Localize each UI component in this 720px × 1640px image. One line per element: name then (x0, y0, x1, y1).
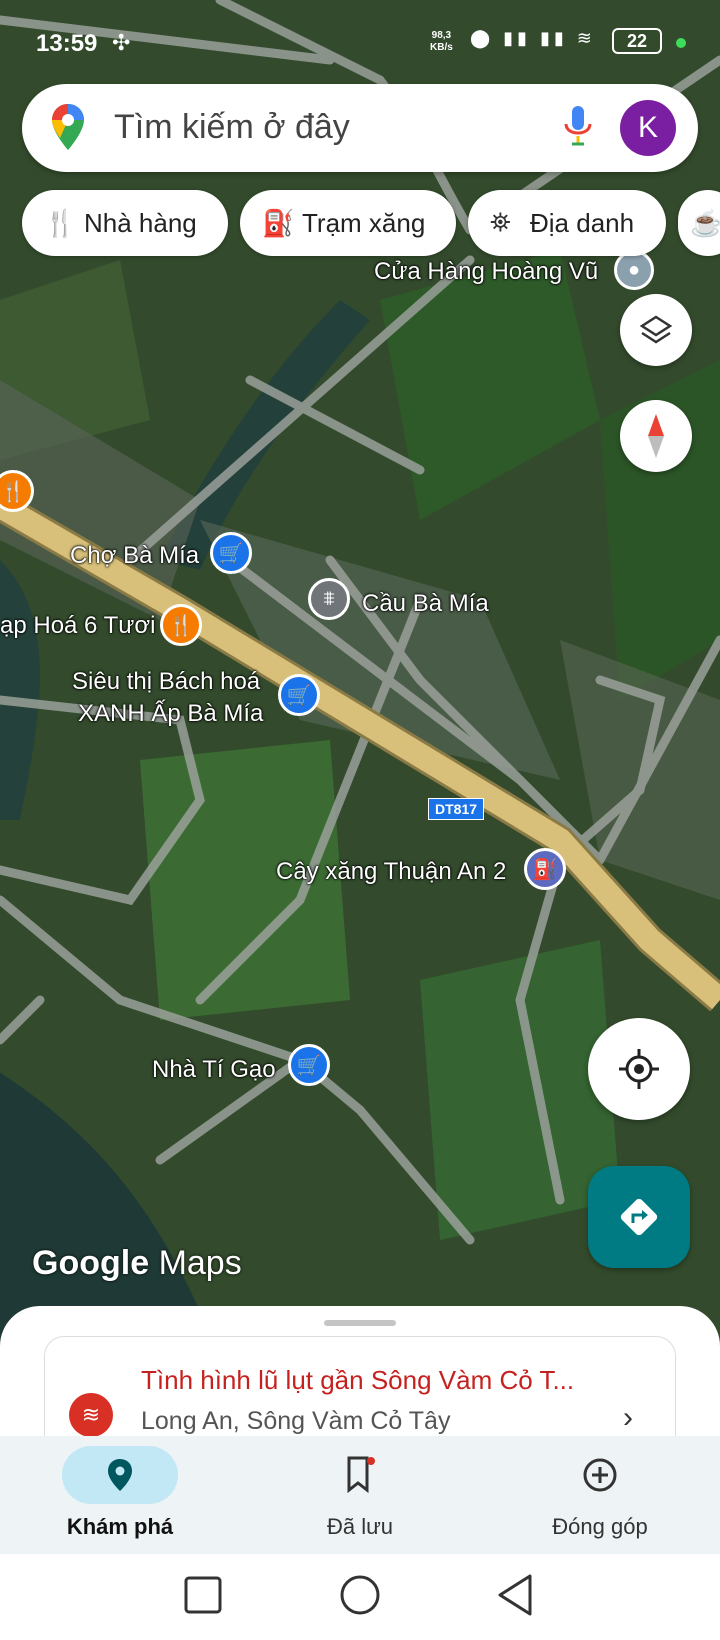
layers-button[interactable] (620, 294, 692, 366)
account-avatar[interactable]: K (620, 100, 676, 156)
tab-contribute[interactable]: Đóng góp (480, 1436, 720, 1554)
tab-saved[interactable]: Đã lưu (240, 1436, 480, 1554)
gas-station-icon: ⛽ (262, 207, 295, 238)
chevron-right-icon[interactable]: › (623, 1401, 633, 1435)
restaurant-icon: 🍴 (44, 207, 77, 238)
chip-restaurants[interactable]: 🍴 Nhà hàng (22, 190, 228, 256)
shopping-cart-marker-icon[interactable]: 🛒 (288, 1044, 330, 1086)
restaurant-marker-icon[interactable]: 🍴 (160, 604, 202, 646)
chip-gas-stations[interactable]: ⛽ Trạm xăng (240, 190, 456, 256)
label-sieuthi-line1[interactable]: Siêu thị Bách hoá (72, 668, 260, 696)
landmark-icon: ⛯ (490, 207, 511, 237)
label-store-hoang-vu[interactable]: Cửa Hàng Hoàng Vũ (374, 258, 598, 286)
network-speed: 98,3 KB/s (430, 30, 453, 53)
category-chips: 🍴 Nhà hàng ⛽ Trạm xăng ⛯ Địa danh ☕ (0, 190, 720, 258)
bridge-marker-icon[interactable]: ⩨ (308, 578, 350, 620)
alert-title: Tình hình lũ lụt gần Sông Vàm Cỏ T... (141, 1365, 575, 1395)
location-pin-icon (62, 1446, 178, 1504)
tab-explore-label: Khám phá (66, 1514, 174, 1539)
route-shield: DT817 (428, 798, 485, 820)
pinwheel-icon: ✣ (112, 30, 131, 55)
compass-button[interactable] (620, 400, 692, 472)
bookmark-icon (302, 1446, 418, 1504)
drag-handle[interactable] (324, 1320, 396, 1326)
chip-more[interactable]: ☕ (678, 190, 720, 256)
status-time: 13:59 (36, 30, 98, 57)
battery-indicator: 22 (612, 28, 662, 54)
gas-station-marker-icon[interactable]: ⛽ (524, 848, 566, 890)
compass-icon (648, 414, 664, 458)
signal-icons: ⬤ ▮▮ ▮▮ ≋ (470, 28, 596, 48)
directions-icon (620, 1198, 658, 1236)
chip-landmarks[interactable]: ⛯ Địa danh (468, 190, 666, 256)
label-nha-ti-gao[interactable]: Nhà Tí Gạo (152, 1056, 276, 1084)
label-tap-hoa[interactable]: ạp Hoá 6 Tươi (0, 612, 155, 640)
status-bar: 13:59 ✣ 98,3 KB/s ⬤ ▮▮ ▮▮ ≋ 22 (0, 0, 720, 80)
label-cau-ba-mia[interactable]: Cầu Bà Mía (362, 590, 489, 618)
label-cay-xang[interactable]: Cây xăng Thuận An 2 (276, 858, 506, 886)
shopping-cart-marker-icon[interactable]: 🛒 (210, 532, 252, 574)
google-maps-logo-icon (52, 104, 84, 150)
recent-apps-icon[interactable] (184, 1576, 222, 1614)
bottom-navigation: Khám phá Đã lưu Đóng góp (0, 1436, 720, 1554)
bottom-sheet[interactable]: ≋ Tình hình lũ lụt gần Sông Vàm Cỏ T... … (0, 1306, 720, 1437)
add-circle-icon (542, 1446, 658, 1504)
microphone-icon[interactable] (562, 104, 594, 152)
alert-subtitle: Long An, Sông Vàm Cỏ Tây (141, 1407, 451, 1435)
home-icon[interactable] (340, 1575, 380, 1615)
coffee-icon: ☕ (690, 207, 720, 238)
my-location-button[interactable] (588, 1018, 690, 1120)
search-input[interactable]: Tìm kiếm ở đây (114, 108, 350, 147)
shopping-cart-marker-icon[interactable]: 🛒 (278, 674, 320, 716)
label-sieuthi-line2[interactable]: XANH Ấp Bà Mía (78, 700, 263, 728)
crosshair-icon (619, 1049, 659, 1089)
back-icon[interactable] (498, 1574, 532, 1616)
flood-alert-icon: ≋ (69, 1393, 113, 1437)
search-bar[interactable]: Tìm kiếm ở đây K (22, 84, 698, 172)
tab-contribute-label: Đóng góp (552, 1514, 648, 1539)
tab-saved-label: Đã lưu (326, 1514, 394, 1539)
tab-explore[interactable]: Khám phá (0, 1436, 240, 1554)
google-maps-watermark: Google Maps (32, 1244, 242, 1282)
layers-icon (639, 315, 673, 344)
directions-button[interactable] (588, 1166, 690, 1268)
privacy-dot-icon (676, 38, 686, 48)
flood-alert-card[interactable]: ≋ Tình hình lũ lụt gần Sông Vàm Cỏ T... … (44, 1336, 676, 1437)
label-cho-ba-mia[interactable]: Chợ Bà Mía (70, 542, 199, 570)
system-navigation-bar (0, 1554, 720, 1640)
